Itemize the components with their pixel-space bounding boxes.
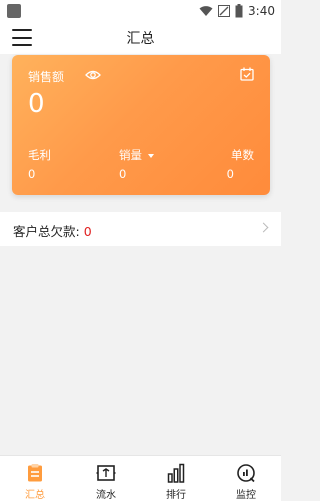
wifi-icon [199,6,213,16]
sales-volume-label: 销量 [119,148,142,162]
tab-transactions-label: 流水 [96,490,116,501]
sales-volume-value: 0 [119,167,127,181]
page-title: 汇总 [126,31,155,47]
bottom-tab-bar: 汇总 流水 排行 监控 [0,455,281,501]
order-count-label: 单数 [231,148,254,162]
chevron-right-icon [258,222,269,233]
tab-ranking-label: 排行 [166,490,186,501]
tab-summary[interactable]: 汇总 [10,459,60,501]
order-count-value: 0 [226,167,234,181]
sales-volume-dropdown[interactable]: 销量 [119,147,154,163]
sales-label: 销售额 [28,70,65,84]
transfer-icon [96,465,116,481]
tab-monitor[interactable]: 监控 [221,459,271,501]
customer-debt-row[interactable]: 客户总欠款: 0 [0,212,281,246]
eye-icon[interactable] [85,69,101,81]
caret-down-icon [148,153,154,158]
clipboard-icon [28,464,42,482]
tab-ranking[interactable]: 排行 [151,459,201,501]
status-time: 3:40 [248,4,275,18]
status-icons: 3:40 [199,3,275,19]
bar-chart-icon [167,463,185,483]
customer-debt-value: 0 [83,224,92,239]
app-header: 汇总 [0,22,281,54]
sales-summary-card: 销售额 0 毛利 0 销量 0 单数 0 [12,55,270,195]
customer-debt-text: 客户总欠款: 0 [13,221,92,240]
customer-debt-label: 客户总欠款: [13,224,80,239]
notification-icon [7,4,21,18]
battery-icon [235,4,243,18]
monitor-icon [237,464,255,483]
tab-transactions[interactable]: 流水 [81,459,131,501]
sales-value: 0 [28,89,45,119]
tab-summary-label: 汇总 [25,490,45,501]
gross-profit-label: 毛利 [28,148,51,162]
status-bar: 3:40 [0,0,281,22]
signal-icon [218,5,231,17]
calendar-icon[interactable] [240,67,254,81]
gross-profit-value: 0 [28,167,36,181]
tab-monitor-label: 监控 [236,490,256,501]
